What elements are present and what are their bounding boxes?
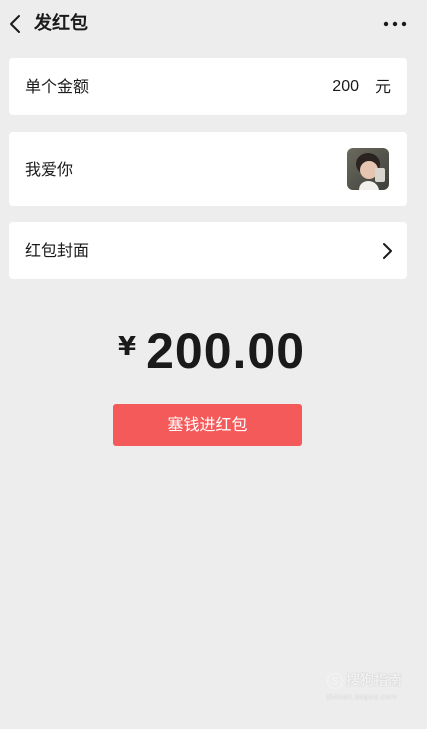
- watermark-url: zhinan.sogou.com: [326, 693, 398, 701]
- message-field[interactable]: 我爱你: [25, 159, 73, 180]
- more-dots-icon[interactable]: [382, 14, 408, 34]
- back-chevron-icon[interactable]: [6, 12, 26, 36]
- cover-label: 红包封面: [25, 241, 90, 260]
- amount-unit: 元: [374, 77, 391, 96]
- sticker-image: [347, 148, 389, 190]
- total-amount: ¥200.00: [0, 322, 427, 382]
- sogou-logo-icon: [326, 672, 344, 690]
- amount-row[interactable]: 单个金额 200 元: [9, 58, 407, 115]
- watermark: 搜狗指南 zhinan.sogou.com: [326, 670, 406, 704]
- send-red-packet-button[interactable]: 塞钱进红包: [113, 404, 302, 446]
- cover-row[interactable]: 红包封面: [9, 222, 407, 279]
- top-bar: 发红包: [0, 0, 427, 48]
- message-row[interactable]: 我爱你: [9, 132, 407, 206]
- sticker-thumbnail[interactable]: [347, 148, 389, 190]
- amount-label: 单个金额: [25, 77, 90, 96]
- chevron-right-icon: [383, 243, 392, 259]
- total-amount-value: 200.00: [146, 323, 306, 379]
- watermark-text: 搜狗指南: [346, 673, 402, 689]
- amount-input[interactable]: 200: [332, 76, 359, 97]
- page-title: 发红包: [34, 13, 88, 34]
- currency-symbol: ¥: [117, 332, 137, 362]
